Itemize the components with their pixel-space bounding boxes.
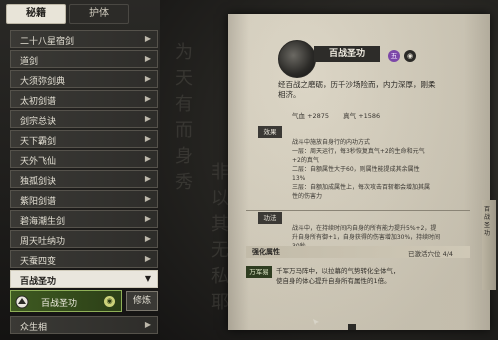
- skill-item-label: 剑宗总诀: [20, 117, 57, 127]
- skill-list-item[interactable]: 太初剑谱 ▶: [10, 90, 158, 108]
- passive-tag: 万军易: [246, 266, 272, 278]
- skill-item-label: 太初剑谱: [20, 97, 57, 107]
- skill-list-item[interactable]: 剑宗总诀 ▶: [10, 110, 158, 128]
- skill-list-item[interactable]: 紫阳剑谱 ▶: [10, 190, 158, 208]
- skill-list-item-selected[interactable]: 百战圣功 ▼: [10, 270, 158, 288]
- skill-list-item[interactable]: 大须弥剑典 ▶: [10, 70, 158, 88]
- skill-book-page: 百战圣功 五 ◉ 经百战之磨砺，历千沙场险而，内力深厚，刚柔相济。 气血 +28…: [228, 14, 490, 330]
- skill-item-label: 天外飞仙: [20, 157, 57, 167]
- binding-rings: [348, 324, 356, 330]
- effect-line: 二层：自额属性大于60，则属性能提成其余属性: [292, 166, 420, 173]
- activated-points-count: 已激活穴位 4/4: [408, 250, 454, 258]
- chevron-right-icon: ▶: [144, 114, 151, 123]
- chevron-right-icon: ▶: [144, 234, 151, 243]
- skill-item-label: 天蚕四变: [20, 257, 57, 267]
- page-tab-label: 百战圣功: [484, 206, 491, 237]
- skill-list-item[interactable]: 天下霸剑 ▶: [10, 130, 158, 148]
- rank-badge: 五: [388, 50, 400, 62]
- skill-stats: 气血 +2875 真气 +1586: [292, 110, 392, 120]
- note-line: 战斗中，在持续时间内自身的所有能力提升5%+2，提: [292, 225, 437, 232]
- practice-button[interactable]: 修炼: [126, 291, 158, 311]
- skill-list-item[interactable]: 天外飞仙 ▶: [10, 150, 158, 168]
- skill-icon: [15, 295, 29, 309]
- skill-list-item[interactable]: 二十八星宿剑 ▶: [10, 30, 158, 48]
- skill-list-item[interactable]: 周天吐纳功 ▶: [10, 230, 158, 248]
- skill-list: 二十八星宿剑 ▶ 道剑 ▶ 大须弥剑典 ▶ 太初剑谱 ▶ 剑宗总诀 ▶ 天下霸剑 ▶ 天外飞…: [10, 30, 158, 336]
- hint-line: 千军万马阵中，以拉幕的气势转化全体气，: [276, 267, 400, 275]
- sub-skill-label: 百战圣功: [41, 299, 78, 309]
- technique-section-tag: 功法: [258, 212, 282, 224]
- equipped-indicator-icon: ◉: [104, 296, 115, 307]
- skill-list-item[interactable]: 碧海潮生剑 ▶: [10, 210, 158, 228]
- chevron-right-icon: ▶: [144, 34, 151, 43]
- skill-item-label: 紫阳剑谱: [20, 197, 57, 207]
- chevron-right-icon: ▶: [144, 94, 151, 103]
- skill-list-item[interactable]: 众生相 ▶: [10, 316, 158, 334]
- tab-secret-manuals[interactable]: 秘籍: [6, 4, 66, 24]
- skill-item-label: 道剑: [20, 57, 39, 67]
- skill-item-label: 众生相: [20, 323, 48, 333]
- stat-qi: 气血 +2875: [292, 112, 330, 120]
- effect-line: +2的真气: [292, 157, 319, 164]
- skill-item-label: 大须弥剑典: [20, 77, 66, 87]
- section-divider: [246, 210, 470, 211]
- skill-description: 经百战之磨砺，历千沙场险而，内力深厚，刚柔相济。: [278, 80, 436, 99]
- skill-list-item[interactable]: 独孤剑诀 ▶: [10, 170, 158, 188]
- effect-section-tag: 效果: [258, 126, 282, 138]
- cursor-icon: [313, 319, 319, 325]
- chevron-right-icon: ▶: [144, 154, 151, 163]
- sub-skill-row: 百战圣功 ◉ 修炼: [10, 290, 158, 312]
- skill-list-item[interactable]: 天蚕四变 ▶: [10, 250, 158, 268]
- chevron-right-icon: ▶: [144, 194, 151, 203]
- next-page-tab[interactable]: 百战圣功: [482, 200, 496, 290]
- properties-label: 强化属性: [252, 248, 280, 256]
- effect-line: 一层：周天运行，每3秒恢复真气+2的生命和元气: [292, 148, 425, 155]
- effect-description: 战斗中施放自身行的内功方式 一层：周天运行，每3秒恢复真气+2的生命和元气 +2…: [292, 138, 462, 201]
- chevron-right-icon: ▶: [144, 174, 151, 183]
- chevron-right-icon: ▶: [144, 320, 151, 329]
- chevron-right-icon: ▶: [144, 134, 151, 143]
- skill-item-label: 碧海潮生剑: [20, 217, 66, 227]
- skill-item-label: 天下霸剑: [20, 137, 57, 147]
- effect-line: 战斗中施放自身行的内功方式: [292, 139, 371, 146]
- passive-description: 千军万马阵中，以拉幕的气势转化全体气， 使自身的体心提升自身所有属性的1倍。: [276, 266, 456, 286]
- calligraphy-column: 为天有而身秀: [175, 42, 193, 193]
- tab-bar: 秘籍 护体: [6, 4, 129, 24]
- skill-item-label: 百战圣功: [20, 277, 57, 287]
- effect-line: 性的伤害力: [292, 193, 323, 200]
- stat-zhenqi: 真气 +1586: [343, 112, 381, 120]
- skill-item-label: 周天吐纳功: [20, 237, 66, 247]
- skill-title: 百战圣功: [314, 46, 380, 62]
- effect-line: 13%: [292, 175, 306, 182]
- skill-emblem-icon: [278, 40, 316, 78]
- sub-skill-item[interactable]: 百战圣功 ◉: [10, 290, 122, 312]
- note-line: 升自身所有御+1，自身获得的伤害增加30%，持续时间: [292, 234, 441, 241]
- skill-item-label: 独孤剑诀: [20, 177, 57, 187]
- hint-line: 使自身的体心提升自身所有属性的1倍。: [276, 277, 391, 285]
- chevron-right-icon: ▶: [144, 54, 151, 63]
- chevron-right-icon: ▶: [144, 214, 151, 223]
- chevron-right-icon: ▶: [144, 254, 151, 263]
- tab-body-protection[interactable]: 护体: [69, 4, 129, 24]
- chevron-right-icon: ▶: [144, 74, 151, 83]
- equipped-badge-icon: ◉: [404, 50, 416, 62]
- effect-line: 三层：自额加成属性上，每次攻击百斩都会增加其属: [292, 184, 431, 191]
- chevron-down-icon: ▼: [144, 274, 151, 283]
- skill-list-item[interactable]: 道剑 ▶: [10, 50, 158, 68]
- skill-item-label: 二十八星宿剑: [20, 37, 75, 47]
